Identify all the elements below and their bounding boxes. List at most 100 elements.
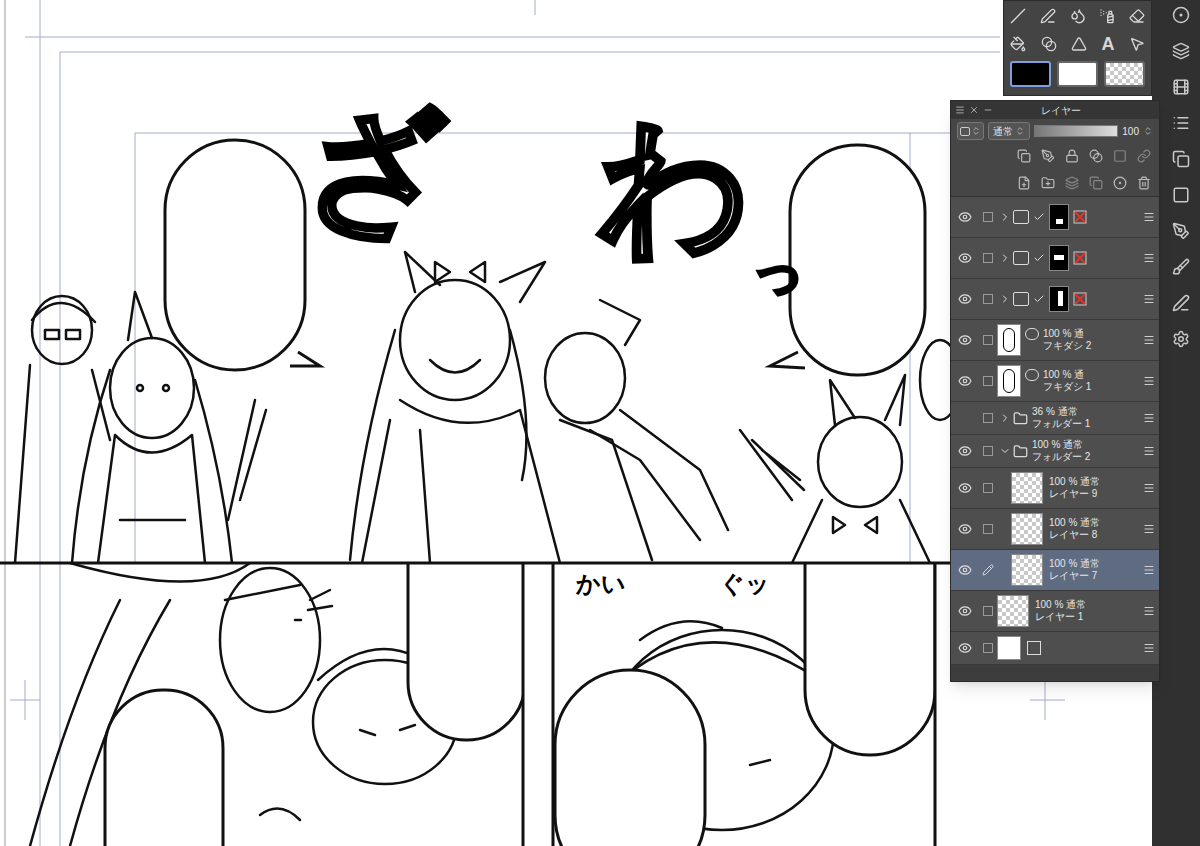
reference-icon[interactable]	[1017, 149, 1031, 163]
layer-property-icon[interactable]	[1172, 42, 1190, 60]
layer-checkbox[interactable]	[983, 606, 993, 616]
blend-mode-select[interactable]: 通常	[988, 122, 1030, 140]
layer-checkbox[interactable]	[983, 376, 993, 386]
layer-checkbox[interactable]	[983, 212, 993, 222]
text-tool[interactable]: A	[1102, 35, 1115, 53]
fill-icon[interactable]	[1010, 36, 1026, 52]
mask-icon[interactable]	[1113, 176, 1127, 190]
eye-icon[interactable]	[958, 522, 972, 536]
brush-icon[interactable]	[1070, 8, 1086, 24]
trash-icon[interactable]	[1137, 176, 1151, 190]
subtool-icon[interactable]	[1172, 222, 1190, 240]
opacity-slider[interactable]	[1034, 125, 1118, 137]
clip-icon[interactable]	[1113, 149, 1127, 163]
menu-icon[interactable]	[1143, 412, 1155, 424]
filter-layer-icon	[1013, 251, 1029, 265]
eye-icon[interactable]	[958, 374, 972, 388]
eye-icon[interactable]	[958, 563, 972, 577]
layer-row[interactable]	[951, 197, 1159, 238]
pen-icon[interactable]	[1040, 8, 1056, 24]
updown-icon[interactable]	[1143, 126, 1153, 136]
layer-panel[interactable]: レイヤー通常 100 100 % 通フキダシ 2100 % 通フキダシ 136 % …	[950, 100, 1160, 682]
chevron-right-icon[interactable]	[999, 293, 1011, 305]
eye-icon[interactable]	[958, 444, 972, 458]
lock-transparency-icon[interactable]	[1089, 149, 1103, 163]
minimize-icon[interactable]	[983, 105, 993, 115]
eye-icon[interactable]	[958, 604, 972, 618]
menu-icon[interactable]	[1143, 211, 1155, 223]
layer-checkbox[interactable]	[983, 253, 993, 263]
pen-settings-icon[interactable]	[1172, 294, 1190, 312]
brush-settings-icon[interactable]	[1172, 258, 1190, 276]
layer-checkbox[interactable]	[983, 413, 993, 423]
menu-icon[interactable]	[1143, 293, 1155, 305]
layer-checkbox[interactable]	[983, 483, 993, 493]
eye-icon[interactable]	[958, 333, 972, 347]
draft-icon[interactable]	[1041, 149, 1055, 163]
tool-palette[interactable]: A	[1003, 0, 1152, 96]
layer-row[interactable]: 36 % 通常フォルダー 1	[951, 402, 1159, 435]
layer-row[interactable]	[951, 632, 1159, 665]
menu-icon[interactable]	[1143, 523, 1155, 535]
layer-row[interactable]	[951, 238, 1159, 279]
chevron-down-icon[interactable]	[999, 445, 1011, 457]
pen-line-icon[interactable]	[1010, 8, 1026, 24]
canvas-icon[interactable]	[1172, 186, 1190, 204]
opacity-value[interactable]: 100	[1122, 124, 1139, 139]
new-layer-icon[interactable]	[1017, 176, 1031, 190]
eraser-icon[interactable]	[1129, 8, 1145, 24]
figure-icon[interactable]	[1071, 36, 1087, 52]
eye-icon[interactable]	[958, 641, 972, 655]
layer-checkbox[interactable]	[983, 446, 993, 456]
menu-icon[interactable]	[1143, 334, 1155, 346]
menu-icon[interactable]	[1143, 252, 1155, 264]
close-icon[interactable]	[969, 105, 979, 115]
navigator-icon[interactable]	[1172, 6, 1190, 24]
menu-icon[interactable]	[1143, 375, 1155, 387]
eye-icon[interactable]	[958, 292, 972, 306]
layer-checkbox[interactable]	[983, 524, 993, 534]
eye-icon[interactable]	[958, 251, 972, 265]
menu-icon[interactable]	[1143, 445, 1155, 457]
chevron-right-icon[interactable]	[999, 412, 1011, 424]
layer-checkbox[interactable]	[983, 294, 993, 304]
material-icon[interactable]	[1172, 150, 1190, 168]
menu-icon[interactable]	[1143, 482, 1155, 494]
menu-icon[interactable]	[1143, 605, 1155, 617]
color-swatch[interactable]	[1104, 61, 1145, 87]
check-icon	[1033, 252, 1045, 264]
color-mode-select[interactable]	[957, 122, 984, 140]
layer-row[interactable]: 100 % 通常レイヤー 7	[951, 550, 1159, 591]
layer-row[interactable]: 100 % 通フキダシ 2	[951, 320, 1159, 361]
gradient-icon[interactable]	[1041, 36, 1057, 52]
layer-row[interactable]	[951, 279, 1159, 320]
layer-row[interactable]: 100 % 通常レイヤー 9	[951, 468, 1159, 509]
chevron-right-icon[interactable]	[999, 211, 1011, 223]
menu-icon[interactable]	[955, 105, 965, 115]
menu-icon[interactable]	[1143, 564, 1155, 576]
duplicate-icon[interactable]	[1089, 176, 1103, 190]
menu-icon[interactable]	[1143, 642, 1155, 654]
merge-icon[interactable]	[1065, 176, 1079, 190]
color-swatch[interactable]	[1010, 61, 1051, 87]
layer-row[interactable]: 100 % 通常レイヤー 1	[951, 591, 1159, 632]
layer-row[interactable]: 100 % 通常フォルダー 2	[951, 435, 1159, 468]
speech-balloons[interactable]	[165, 140, 925, 375]
chevron-right-icon[interactable]	[999, 252, 1011, 264]
layer-list-icon[interactable]	[1172, 114, 1190, 132]
color-swatch[interactable]	[1057, 61, 1098, 87]
animation-icon[interactable]	[1172, 78, 1190, 96]
settings-icon[interactable]	[1172, 330, 1190, 348]
operation-icon[interactable]	[1129, 36, 1145, 52]
eye-icon[interactable]	[958, 481, 972, 495]
eye-icon[interactable]	[958, 210, 972, 224]
airbrush-icon[interactable]	[1099, 8, 1115, 24]
new-folder-icon[interactable]	[1041, 176, 1055, 190]
layer-checkbox[interactable]	[983, 643, 993, 653]
layer-row[interactable]: 100 % 通常レイヤー 8	[951, 509, 1159, 550]
panel-header[interactable]: レイヤー	[951, 101, 1159, 119]
layer-checkbox[interactable]	[983, 335, 993, 345]
layer-row[interactable]: 100 % 通フキダシ 1	[951, 361, 1159, 402]
lock-icon[interactable]	[1065, 149, 1079, 163]
mask-link-icon[interactable]	[1137, 149, 1151, 163]
